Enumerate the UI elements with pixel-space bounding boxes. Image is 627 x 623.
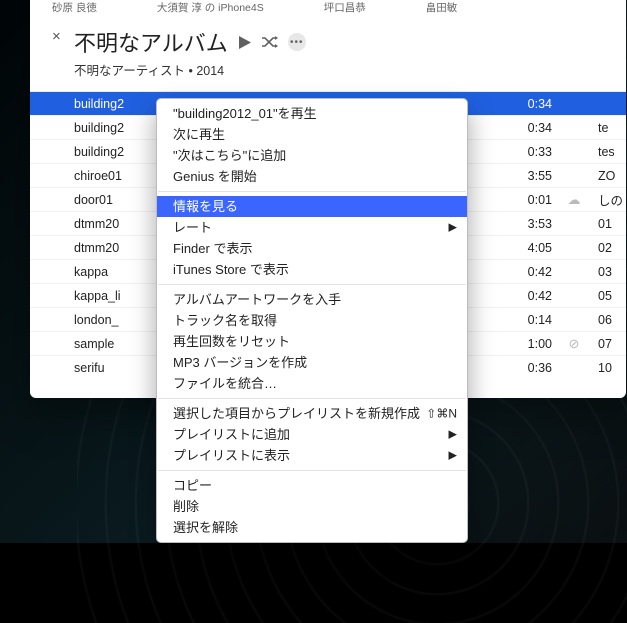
track-duration: 0:14	[508, 313, 556, 327]
more-icon[interactable]: •••	[288, 33, 306, 51]
menu-deselect[interactable]: 選択を解除	[157, 517, 467, 538]
track-name: chiroe01	[74, 169, 168, 183]
menu-separator	[158, 398, 466, 399]
playback-controls: •••	[238, 33, 306, 51]
track-duration: 0:33	[508, 145, 556, 159]
menu-show-finder[interactable]: Finder で表示	[157, 238, 467, 259]
play-icon[interactable]	[238, 35, 252, 50]
track-extra: 10	[592, 361, 626, 375]
menu-reset-plays[interactable]: 再生回数をリセット	[157, 331, 467, 352]
menu-label: プレイリストに追加	[173, 427, 290, 442]
submenu-arrow-icon: ▶	[449, 219, 457, 236]
menu-copy[interactable]: コピー	[157, 475, 467, 496]
menu-get-artwork[interactable]: アルバムアートワークを入手	[157, 289, 467, 310]
track-extra: 03	[592, 265, 626, 279]
track-extra: 01	[592, 217, 626, 231]
track-extra: tes	[592, 145, 626, 159]
menu-play-item[interactable]: "building2012_01"を再生	[157, 103, 467, 124]
menu-rating[interactable]: レート ▶	[157, 217, 467, 238]
track-extra: te	[592, 121, 626, 135]
track-name: door01	[74, 193, 168, 207]
menu-make-mp3[interactable]: MP3 バージョンを作成	[157, 352, 467, 373]
shuffle-icon[interactable]	[261, 35, 279, 49]
track-duration: 0:01	[508, 193, 556, 207]
track-extra: 07	[592, 337, 626, 351]
menu-show-playlist[interactable]: プレイリストに表示 ▶	[157, 445, 467, 466]
cloud-icon: ☁︎	[556, 192, 592, 208]
menu-genius[interactable]: Genius を開始	[157, 166, 467, 187]
track-name: sample	[74, 337, 168, 351]
device-tab[interactable]: 坪口昌恭	[324, 0, 366, 15]
track-extra: 05	[592, 289, 626, 303]
menu-label: プレイリストに表示	[173, 448, 290, 463]
track-duration: 4:05	[508, 241, 556, 255]
menu-shortcut: ⇧⌘N	[426, 405, 457, 422]
menu-label: 選択した項目からプレイリストを新規作成	[173, 406, 420, 421]
menu-add-upnext[interactable]: "次はこちら"に追加	[157, 145, 467, 166]
track-name: building2	[74, 121, 168, 135]
track-duration: 0:42	[508, 265, 556, 279]
track-duration: 0:42	[508, 289, 556, 303]
track-name: kappa	[74, 265, 168, 279]
device-tab[interactable]: 畠田敏	[426, 0, 458, 15]
album-subtitle: 不明なアーティスト • 2014	[74, 60, 600, 79]
close-button[interactable]: ×	[52, 28, 61, 45]
menu-consolidate[interactable]: ファイルを統合…	[157, 373, 467, 394]
track-duration: 3:53	[508, 217, 556, 231]
device-tab[interactable]: 大須賀 淳 の iPhone4S	[157, 0, 264, 15]
track-extra: 06	[592, 313, 626, 327]
menu-separator	[158, 284, 466, 285]
menu-get-trackname[interactable]: トラック名を取得	[157, 310, 467, 331]
track-name: london_	[74, 313, 168, 327]
track-duration: 0:36	[508, 361, 556, 375]
track-name: serifu	[74, 361, 168, 375]
menu-add-playlist[interactable]: プレイリストに追加 ▶	[157, 424, 467, 445]
track-extra: しの	[592, 190, 626, 209]
track-name: building2	[74, 145, 168, 159]
menu-get-info[interactable]: 情報を見る	[157, 196, 467, 217]
submenu-arrow-icon: ▶	[449, 447, 457, 464]
menu-play-next[interactable]: 次に再生	[157, 124, 467, 145]
album-header: × 不明なアルバム ••• 不明なアーティスト • 2014	[30, 16, 626, 87]
track-name: building2	[74, 97, 168, 111]
device-tab[interactable]: 砂原 良徳	[52, 0, 97, 15]
track-name: kappa_li	[74, 289, 168, 303]
track-duration: 0:34	[508, 97, 556, 111]
device-tab-strip: 砂原 良徳 大須賀 淳 の iPhone4S 坪口昌恭 畠田敏	[30, 0, 626, 16]
menu-new-playlist[interactable]: 選択した項目からプレイリストを新規作成 ⇧⌘N	[157, 403, 467, 424]
menu-separator	[158, 470, 466, 471]
track-name: dtmm20	[74, 217, 168, 231]
track-duration: 0:34	[508, 121, 556, 135]
submenu-arrow-icon: ▶	[449, 426, 457, 443]
cloud-icon: ⊘	[556, 336, 592, 352]
menu-separator	[158, 191, 466, 192]
menu-delete[interactable]: 削除	[157, 496, 467, 517]
menu-show-store[interactable]: iTunes Store で表示	[157, 259, 467, 280]
track-duration: 1:00	[508, 337, 556, 351]
album-title: 不明なアルバム	[74, 26, 228, 58]
menu-label: レート	[173, 220, 212, 235]
track-extra: ZO	[592, 169, 626, 183]
track-context-menu: "building2012_01"を再生 次に再生 "次はこちら"に追加 Gen…	[156, 98, 468, 543]
track-name: dtmm20	[74, 241, 168, 255]
track-duration: 3:55	[508, 169, 556, 183]
track-extra: 02	[592, 241, 626, 255]
